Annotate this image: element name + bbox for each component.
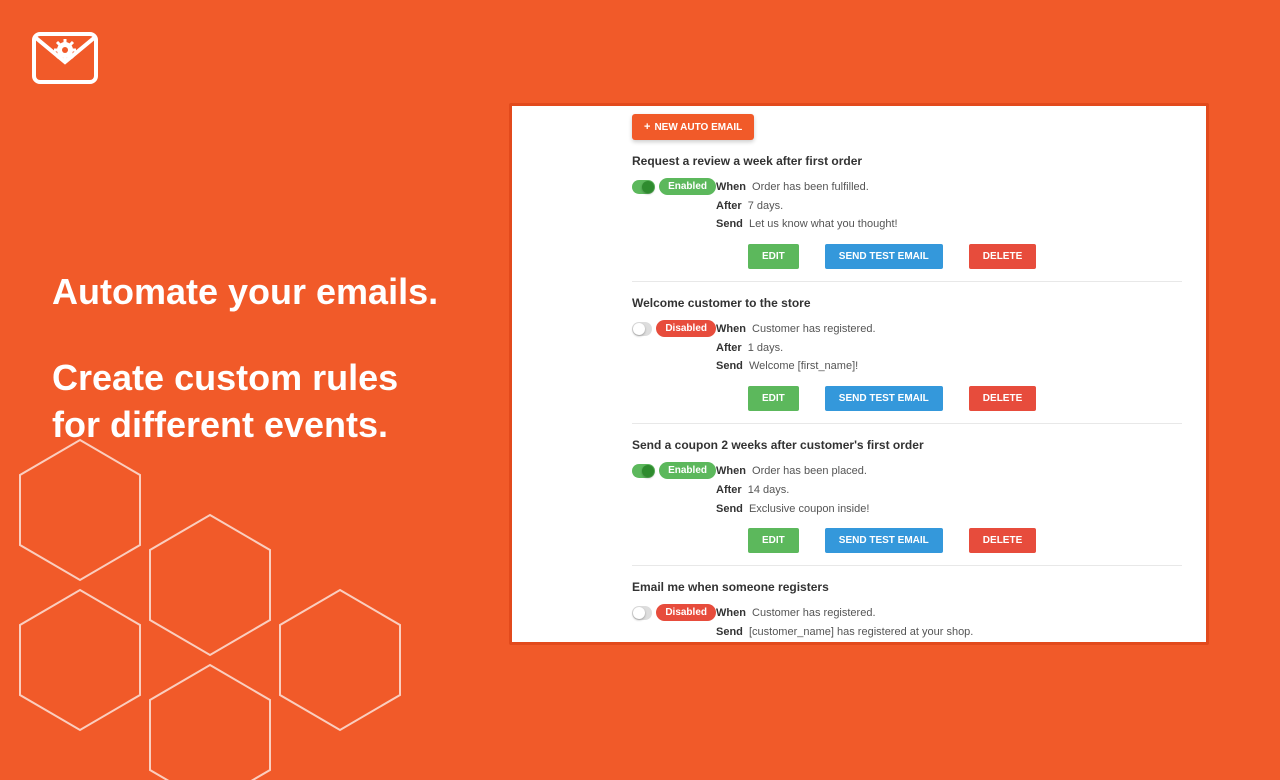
send-test-email-button[interactable]: SEND TEST EMAIL — [825, 528, 943, 553]
rule-item: Email me when someone registers DisabledW… — [632, 565, 1182, 645]
send-test-email-button[interactable]: SEND TEST EMAIL — [825, 386, 943, 411]
rule-details: When Order has been placed.After 14 days… — [716, 462, 869, 518]
hexagon-decoration — [0, 400, 480, 780]
rule-details: When Customer has registered.Send [custo… — [716, 604, 973, 641]
enable-toggle[interactable] — [632, 322, 652, 336]
mail-gear-logo-icon — [32, 32, 98, 84]
status-badge: Disabled — [656, 604, 716, 621]
enable-toggle[interactable] — [632, 606, 652, 620]
rule-details: When Customer has registered.After 1 day… — [716, 320, 876, 376]
new-auto-email-label: NEW AUTO EMAIL — [654, 122, 742, 133]
headline-line-2b: for different events. — [52, 402, 438, 449]
delete-button[interactable]: DELETE — [969, 528, 1036, 553]
headline-line-2a: Create custom rules — [52, 355, 438, 402]
rule-title: Welcome customer to the store — [632, 296, 1182, 310]
status-badge: Enabled — [659, 462, 716, 479]
status-badge: Disabled — [656, 320, 716, 337]
rule-title: Email me when someone registers — [632, 580, 1182, 594]
enable-toggle[interactable] — [632, 464, 655, 478]
delete-button[interactable]: DELETE — [969, 244, 1036, 269]
rule-item: Send a coupon 2 weeks after customer's f… — [632, 423, 1182, 565]
rule-details: When Order has been fulfilled.After 7 da… — [716, 178, 898, 234]
rule-title: Request a review a week after first orde… — [632, 154, 1182, 168]
new-auto-email-button[interactable]: + NEW AUTO EMAIL — [632, 114, 754, 140]
headline-line-1: Automate your emails. — [52, 270, 438, 313]
edit-button[interactable]: EDIT — [748, 528, 799, 553]
send-test-email-button[interactable]: SEND TEST EMAIL — [825, 244, 943, 269]
rule-item: Request a review a week after first orde… — [632, 154, 1182, 281]
marketing-headline: Automate your emails. Create custom rule… — [52, 270, 438, 449]
delete-button[interactable]: DELETE — [969, 386, 1036, 411]
rule-item: Welcome customer to the store DisabledWhe… — [632, 281, 1182, 423]
enable-toggle[interactable] — [632, 180, 655, 194]
edit-button[interactable]: EDIT — [748, 386, 799, 411]
auto-email-panel: + NEW AUTO EMAIL Request a review a week… — [509, 103, 1209, 645]
edit-button[interactable]: EDIT — [748, 244, 799, 269]
plus-icon: + — [644, 121, 650, 133]
rule-title: Send a coupon 2 weeks after customer's f… — [632, 438, 1182, 452]
status-badge: Enabled — [659, 178, 716, 195]
